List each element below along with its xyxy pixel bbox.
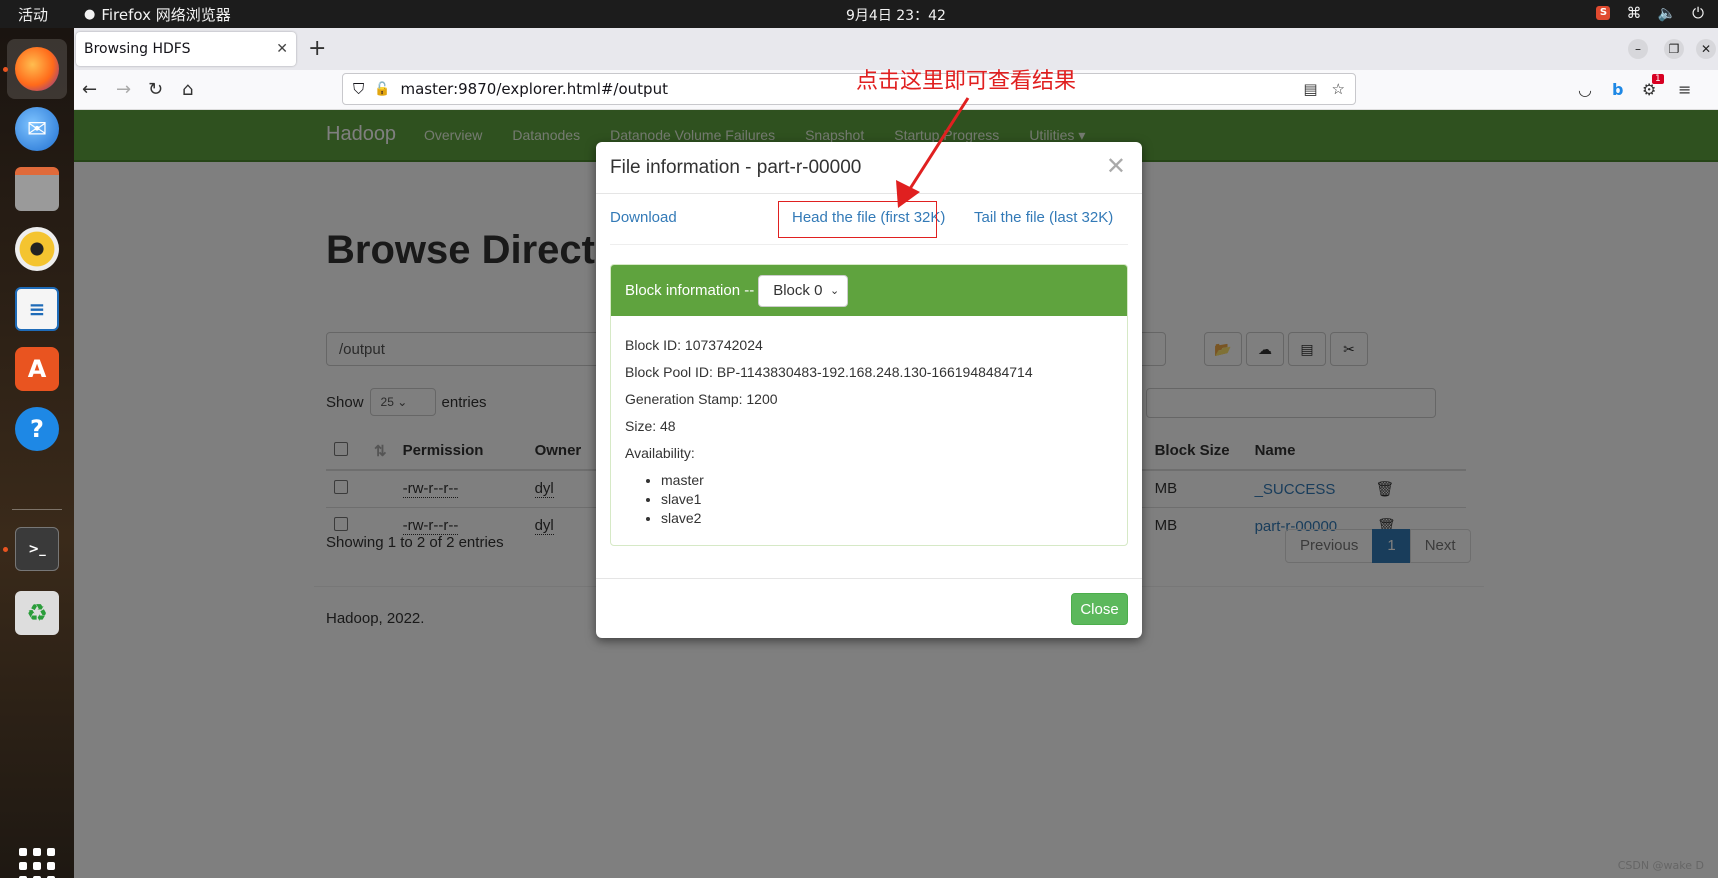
lock-icon[interactable]: 🔓 bbox=[374, 82, 390, 97]
menu-icon[interactable]: ≡ bbox=[1678, 80, 1691, 99]
network-icon[interactable]: ⌘ bbox=[1626, 4, 1641, 22]
highlight-box bbox=[778, 201, 937, 238]
app-menu[interactable]: ● Firefox 网络浏览器 bbox=[84, 4, 231, 25]
tail-file-link[interactable]: Tail the file (last 32K) bbox=[974, 209, 1113, 226]
terminal-icon: >_ bbox=[15, 527, 59, 571]
restore-icon[interactable]: ❐ bbox=[1664, 39, 1684, 59]
bookmark-star-icon[interactable]: ☆ bbox=[1332, 80, 1345, 98]
close-button[interactable]: Close bbox=[1071, 593, 1128, 625]
url-bar[interactable]: ⛉ 🔓 master:9870/explorer.html#/output ▤ … bbox=[342, 73, 1356, 105]
notification-badge: 1 bbox=[1652, 74, 1664, 84]
show-apps-icon[interactable] bbox=[19, 848, 55, 878]
system-top-bar: 活动 ● Firefox 网络浏览器 9月4日 23：42 S ⌘ 🔈 ⏻ bbox=[0, 0, 1718, 28]
block-pool-id: Block Pool ID: BP-1143830483-192.168.248… bbox=[625, 364, 1033, 380]
page-content: Hadoop Overview Datanodes Datanode Volum… bbox=[74, 110, 1718, 878]
new-tab-icon[interactable]: + bbox=[308, 36, 326, 61]
block-info-panel: Block information -- Block 0 ⌄ Block ID:… bbox=[610, 264, 1128, 546]
thunderbird-icon: ✉ bbox=[15, 107, 59, 151]
firefox-window: Browsing HDFS ✕ + – ❐ ✕ ← → ↻ ⌂ ⛉ 🔓 mast… bbox=[74, 28, 1718, 878]
generation-stamp: Generation Stamp: 1200 bbox=[625, 391, 778, 407]
annotation-text: 点击这里即可查看结果 bbox=[856, 69, 1077, 94]
dock-help[interactable]: ? bbox=[7, 399, 67, 459]
block-info-header: Block information -- Block 0 ⌄ bbox=[611, 265, 1127, 316]
system-tray[interactable]: S ⌘ 🔈 ⏻ bbox=[1596, 4, 1704, 22]
power-icon[interactable]: ⏻ bbox=[1692, 4, 1704, 22]
files-icon bbox=[15, 167, 59, 211]
firefox-icon: ● bbox=[84, 7, 96, 22]
back-icon[interactable]: ← bbox=[82, 79, 97, 100]
shield-icon[interactable]: ⛉ bbox=[353, 80, 364, 98]
modal-footer: Close bbox=[596, 578, 1142, 638]
running-indicator bbox=[3, 67, 8, 72]
close-tab-icon[interactable]: ✕ bbox=[276, 41, 288, 57]
dock-trash[interactable]: ♻ bbox=[7, 583, 67, 643]
home-icon[interactable]: ⌂ bbox=[182, 79, 193, 100]
software-center-icon: A bbox=[15, 347, 59, 391]
pocket-icon[interactable]: ◡ bbox=[1578, 80, 1592, 99]
dock-software[interactable]: A bbox=[7, 339, 67, 399]
minimize-icon[interactable]: – bbox=[1628, 39, 1648, 59]
watermark: CSDN @wake D bbox=[1617, 859, 1704, 872]
activities-button[interactable]: 活动 bbox=[18, 4, 48, 25]
input-method-icon[interactable]: S bbox=[1596, 6, 1611, 20]
dock-rhythmbox[interactable] bbox=[7, 219, 67, 279]
dock-firefox[interactable] bbox=[7, 39, 67, 99]
url-text: master:9870/explorer.html#/output bbox=[400, 80, 668, 98]
tab-browsing-hdfs[interactable]: Browsing HDFS ✕ bbox=[76, 32, 296, 66]
dock-files[interactable] bbox=[7, 159, 67, 219]
extensions-icon[interactable]: ⚙ 1 bbox=[1642, 74, 1664, 99]
modal-header: File information - part-r-00000 ✕ bbox=[596, 142, 1142, 194]
block-select-value: Block 0 bbox=[773, 282, 823, 299]
block-size: Size: 48 bbox=[625, 418, 676, 434]
volume-icon[interactable]: 🔈 bbox=[1657, 4, 1676, 22]
clock[interactable]: 9月4日 23：42 bbox=[846, 5, 946, 25]
bing-icon[interactable]: b bbox=[1612, 80, 1623, 99]
app-name-label: Firefox 网络浏览器 bbox=[101, 6, 231, 24]
block-info-label: Block information -- bbox=[625, 282, 755, 299]
dock-thunderbird[interactable]: ✉ bbox=[7, 99, 67, 159]
tab-title: Browsing HDFS bbox=[84, 41, 191, 57]
list-item: slave1 bbox=[661, 490, 1113, 509]
dock: ✉ ≡ A ? >_ ♻ bbox=[0, 28, 74, 878]
writer-icon: ≡ bbox=[15, 287, 59, 331]
help-icon: ? bbox=[15, 407, 59, 451]
availability-label: Availability: bbox=[625, 445, 695, 461]
trash-icon: ♻ bbox=[15, 591, 59, 635]
list-item: master bbox=[661, 471, 1113, 490]
list-item: slave2 bbox=[661, 509, 1113, 528]
reload-icon[interactable]: ↻ bbox=[148, 79, 163, 100]
file-info-modal: File information - part-r-00000 ✕ Downlo… bbox=[596, 142, 1142, 638]
block-id: Block ID: 1073742024 bbox=[625, 337, 763, 353]
dock-terminal[interactable]: >_ bbox=[7, 519, 67, 579]
forward-icon[interactable]: → bbox=[116, 79, 131, 100]
reader-mode-icon[interactable]: ▤ bbox=[1303, 80, 1317, 98]
firefox-icon bbox=[15, 47, 59, 91]
close-icon[interactable]: ✕ bbox=[1106, 152, 1126, 181]
block-details: Block ID: 1073742024 Block Pool ID: BP-1… bbox=[611, 316, 1127, 544]
close-window-icon[interactable]: ✕ bbox=[1696, 39, 1716, 59]
chevron-down-icon: ⌄ bbox=[830, 285, 840, 297]
node-list: master slave1 slave2 bbox=[661, 471, 1113, 528]
running-indicator bbox=[3, 547, 8, 552]
dock-separator bbox=[12, 509, 62, 510]
modal-title: File information - part-r-00000 bbox=[610, 157, 862, 178]
dock-writer[interactable]: ≡ bbox=[7, 279, 67, 339]
block-select[interactable]: Block 0 ⌄ bbox=[758, 274, 849, 307]
rhythmbox-icon bbox=[15, 227, 59, 271]
download-link[interactable]: Download bbox=[610, 209, 677, 226]
